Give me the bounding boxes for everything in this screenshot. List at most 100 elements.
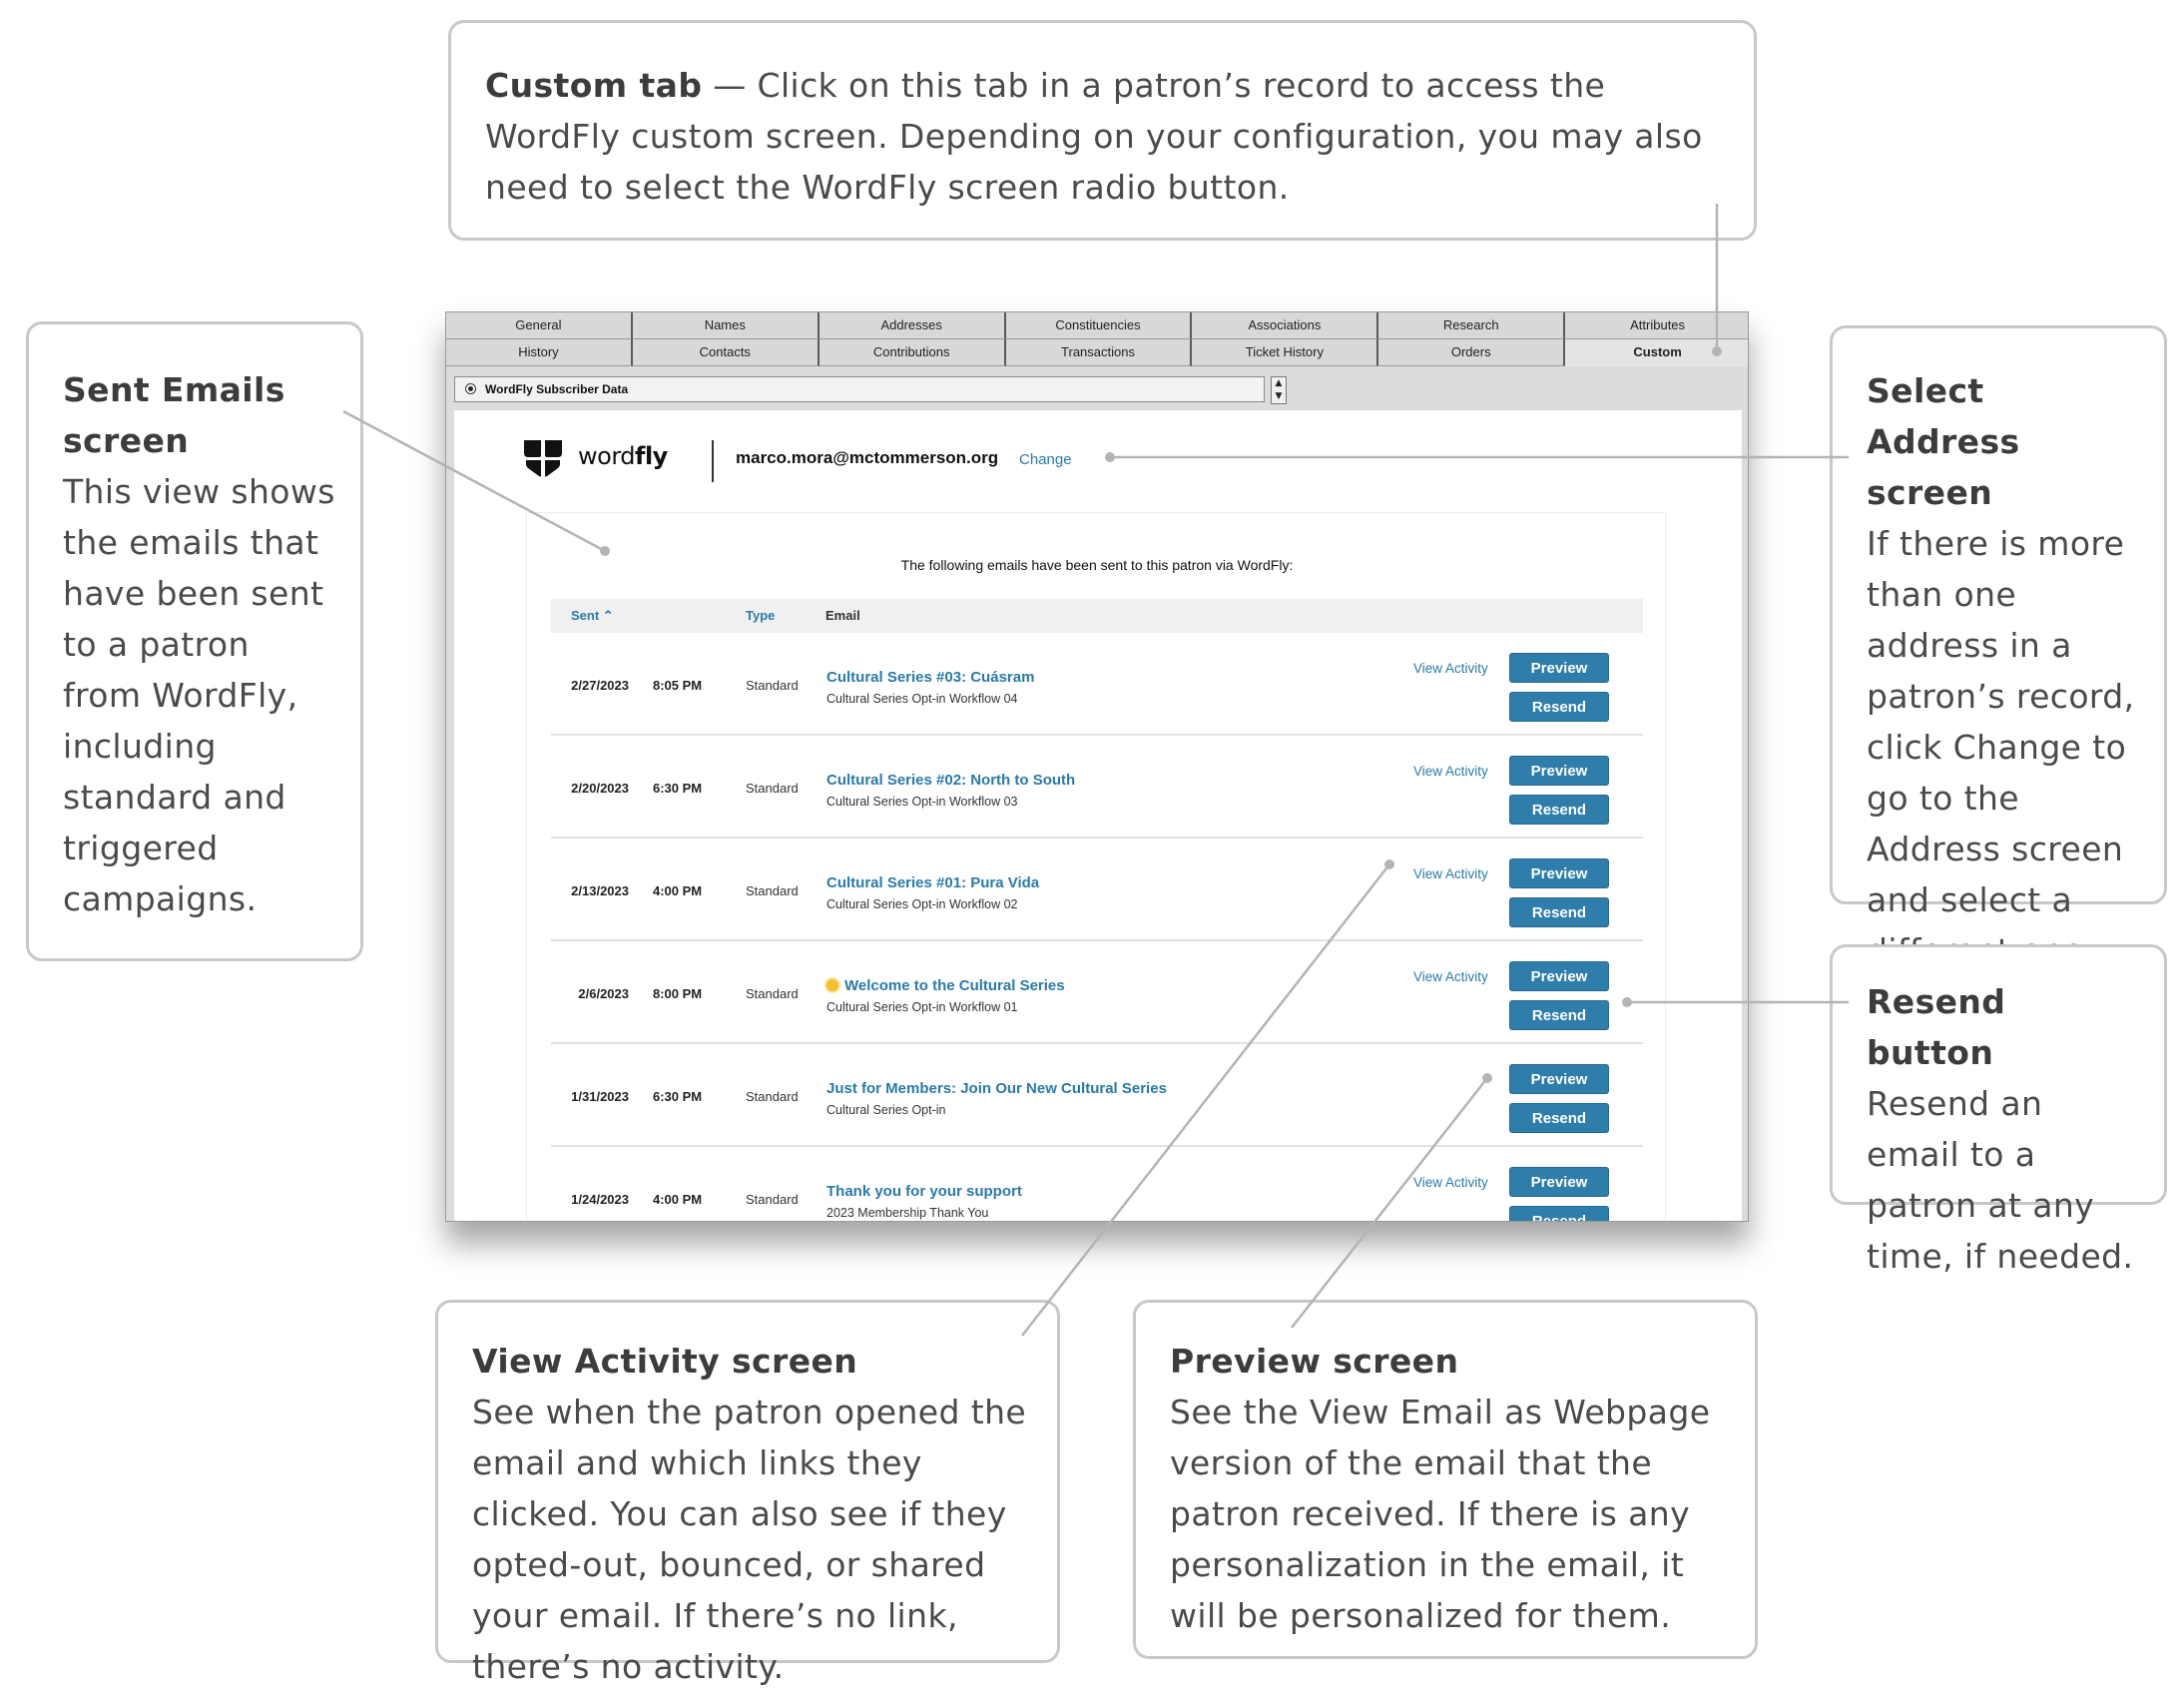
column-email: Email — [825, 608, 860, 623]
table-row: 2/20/2023 6:30 PM Standard Cultural Seri… — [551, 736, 1643, 839]
sent-time: 4:00 PM — [653, 1192, 703, 1207]
sun-icon — [826, 979, 838, 991]
sent-emails-intro: The following emails have been sent to t… — [900, 557, 1294, 573]
sent-date: 1/31/2023 — [571, 1089, 629, 1104]
resend-button[interactable]: Resend — [1509, 1103, 1609, 1133]
callout-title: Select Address screen — [1867, 371, 2020, 512]
table-row: 2/27/2023 8:05 PM Standard Cultural Seri… — [551, 633, 1643, 736]
resend-button[interactable]: Resend — [1509, 795, 1609, 825]
view-activity-link[interactable]: View Activity — [1413, 1175, 1488, 1190]
tab-contacts[interactable]: Contacts — [632, 339, 819, 366]
callout-custom-tab: Custom tab — Click on this tab in a patr… — [448, 20, 1757, 241]
callout-select-address: Select Address screen If there is more t… — [1830, 325, 2167, 970]
tab-addresses[interactable]: Addresses — [819, 312, 1006, 339]
callout-resend-button: Resend button Resend an email to a patro… — [1830, 944, 2167, 1276]
sent-emails-panel: The following emails have been sent to t… — [526, 512, 1666, 1221]
wordfly-logo-text: wordfly — [578, 442, 668, 470]
radio-label: WordFly Subscriber Data — [485, 382, 629, 396]
preview-button[interactable]: Preview — [1509, 1167, 1609, 1197]
preview-button[interactable]: Preview — [1509, 961, 1609, 991]
email-title-link[interactable]: Cultural Series #03: Cuásram — [826, 669, 1034, 686]
callout-body: This view shows the emails that have bee… — [63, 472, 335, 918]
column-sent-sort[interactable]: Sent ⌃ — [571, 608, 614, 624]
email-title-link[interactable]: Cultural Series #02: North to South — [826, 772, 1075, 789]
wordfly-radio-option[interactable]: WordFly Subscriber Data — [454, 376, 1265, 402]
callout-body: See the View Email as Webpage version of… — [1170, 1393, 1711, 1635]
column-type-sort[interactable]: Type — [746, 608, 775, 623]
radio-selected-icon[interactable] — [465, 383, 476, 394]
callout-sent-emails: Sent Emails screen This view shows the e… — [26, 321, 363, 961]
email-type: Standard — [746, 678, 799, 693]
wordfly-butterfly-logo-icon — [524, 440, 562, 477]
callout-title: Preview screen — [1170, 1342, 1459, 1381]
preview-button[interactable]: Preview — [1509, 858, 1609, 888]
resend-button[interactable]: Resend — [1509, 1206, 1609, 1221]
preview-button[interactable]: Preview — [1509, 1064, 1609, 1094]
tab-orders[interactable]: Orders — [1378, 339, 1566, 366]
tab-associations[interactable]: Associations — [1192, 312, 1379, 339]
table-row: 2/6/2023 8:00 PM Standard Welcome to the… — [551, 941, 1643, 1044]
change-address-link[interactable]: Change — [1019, 451, 1072, 468]
email-title-link[interactable]: Welcome to the Cultural Series — [826, 977, 1065, 994]
tab-row-2: History Contacts Contributions Transacti… — [446, 339, 1748, 366]
callout-body: Resend an email to a patron at any time,… — [1867, 1084, 2134, 1276]
sent-date: 2/20/2023 — [571, 781, 629, 796]
sent-date: 2/13/2023 — [571, 883, 629, 898]
table-row: 1/24/2023 4:00 PM Standard Thank you for… — [551, 1147, 1643, 1221]
tab-ticket-history[interactable]: Ticket History — [1192, 339, 1379, 366]
app-window: General Names Addresses Constituencies A… — [445, 311, 1749, 1222]
sent-time: 6:30 PM — [653, 781, 703, 796]
tab-transactions[interactable]: Transactions — [1005, 339, 1193, 366]
sent-date: 1/24/2023 — [571, 1192, 629, 1207]
tab-constituencies[interactable]: Constituencies — [1005, 312, 1193, 339]
email-type: Standard — [746, 1192, 799, 1207]
callout-preview: Preview screen See the View Email as Web… — [1133, 1300, 1758, 1659]
tab-contributions[interactable]: Contributions — [819, 339, 1006, 366]
up-down-spinner-icon[interactable]: ▲ ▼ — [1271, 376, 1287, 404]
view-activity-link[interactable]: View Activity — [1413, 661, 1488, 676]
tab-custom[interactable]: Custom — [1565, 339, 1748, 366]
sent-time: 6:30 PM — [653, 1089, 703, 1104]
email-type: Standard — [746, 781, 799, 796]
callout-title: Resend button — [1867, 982, 2006, 1072]
tab-general[interactable]: General — [446, 312, 633, 339]
tab-history[interactable]: History — [446, 339, 633, 366]
view-activity-link[interactable]: View Activity — [1413, 764, 1488, 779]
table-row: 2/13/2023 4:00 PM Standard Cultural Seri… — [551, 839, 1643, 941]
resend-button[interactable]: Resend — [1509, 1000, 1609, 1030]
callout-title: Sent Emails screen — [63, 370, 285, 460]
sent-time: 8:00 PM — [653, 986, 703, 1001]
preview-button[interactable]: Preview — [1509, 756, 1609, 786]
email-type: Standard — [746, 986, 799, 1001]
email-type: Standard — [746, 1089, 799, 1104]
tab-attributes[interactable]: Attributes — [1565, 312, 1748, 339]
table-header: Sent ⌃ Type Email — [551, 599, 1643, 633]
sent-time: 4:00 PM — [653, 883, 703, 898]
view-activity-link[interactable]: View Activity — [1413, 969, 1488, 984]
sent-date: 2/6/2023 — [578, 986, 629, 1001]
tab-names[interactable]: Names — [632, 312, 819, 339]
email-title-link[interactable]: Cultural Series #01: Pura Vida — [826, 874, 1039, 891]
resend-button[interactable]: Resend — [1509, 692, 1609, 722]
email-subtitle: Cultural Series Opt-in Workflow 04 — [826, 692, 1018, 706]
callout-title: View Activity screen — [472, 1342, 858, 1381]
callout-body: See when the patron opened the email and… — [472, 1393, 1027, 1686]
tab-research[interactable]: Research — [1378, 312, 1566, 339]
table-row: 1/31/2023 6:30 PM Standard Just for Memb… — [551, 1044, 1643, 1147]
preview-button[interactable]: Preview — [1509, 653, 1609, 683]
callout-title: Custom tab — [485, 66, 703, 105]
sent-time: 8:05 PM — [653, 678, 703, 693]
sent-date: 2/27/2023 — [571, 678, 629, 693]
view-activity-link[interactable]: View Activity — [1413, 866, 1488, 881]
resend-button[interactable]: Resend — [1509, 897, 1609, 927]
callout-view-activity: View Activity screen See when the patron… — [435, 1300, 1060, 1686]
header-divider — [712, 440, 714, 482]
wordfly-header: wordfly marco.mora@mctommerson.org Chang… — [454, 410, 1742, 520]
tab-row-1: General Names Addresses Constituencies A… — [446, 312, 1748, 339]
callout-body: If there is more than one address in a p… — [1867, 524, 2135, 970]
email-title-link[interactable]: Just for Members: Join Our New Cultural … — [826, 1080, 1167, 1097]
email-subtitle: 2023 Membership Thank You — [826, 1206, 989, 1220]
email-title-link[interactable]: Thank you for your support — [826, 1183, 1022, 1200]
wordfly-content: wordfly marco.mora@mctommerson.org Chang… — [454, 410, 1742, 1221]
patron-email: marco.mora@mctommerson.org — [736, 448, 999, 467]
